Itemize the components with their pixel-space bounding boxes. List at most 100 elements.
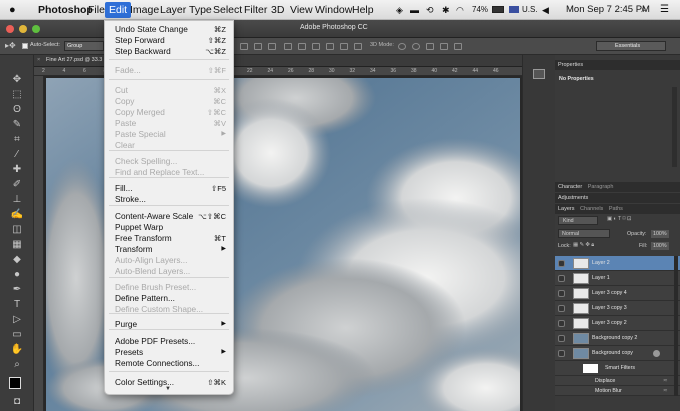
menu-layer[interactable]: Layer [160, 3, 186, 17]
filter-options-icon[interactable]: ≂ [663, 378, 667, 384]
menu-item-purge[interactable]: Purge ▶ [105, 319, 233, 330]
distribute-icon[interactable] [354, 43, 362, 50]
filter-row-motion-blur[interactable]: Motion Blur ≂ [555, 386, 680, 396]
eyedropper-tool-icon[interactable]: ⁄ [7, 148, 27, 161]
smart-filters-row[interactable]: Smart Filters [555, 361, 680, 376]
menu-view[interactable]: View [290, 3, 313, 17]
distribute-icon[interactable] [312, 43, 320, 50]
layers-scrollbar[interactable] [674, 256, 678, 396]
brush-tool-icon[interactable]: ✐ [7, 178, 27, 191]
tab-adjustments[interactable]: Adjustments [558, 195, 588, 201]
visibility-eye-icon[interactable] [558, 320, 565, 327]
blend-mode-dropdown[interactable]: Normal [558, 229, 610, 238]
type-tool-icon[interactable]: T [7, 298, 27, 311]
menu-filter[interactable]: Filter [244, 3, 267, 17]
distribute-icon[interactable] [284, 43, 292, 50]
menu-edit[interactable]: Edit [105, 2, 132, 18]
menu-item-adobe-pdf-presets[interactable]: Adobe PDF Presets... [105, 336, 233, 347]
menu-select[interactable]: Select [213, 3, 242, 17]
pen-tool-icon[interactable]: ✒ [7, 283, 27, 296]
layer-row-layer-3-copy-2[interactable]: Layer 3 copy 2 [555, 316, 680, 331]
hand-tool-icon[interactable]: ✋ [7, 343, 27, 356]
menu-item-fill[interactable]: Fill... ⇧F5 [105, 183, 233, 194]
menu-item-content-aware-scale[interactable]: Content-Aware Scale ⌥⇧⌘C [105, 211, 233, 222]
menu-item-remote-connections[interactable]: Remote Connections... [105, 358, 233, 369]
menu-3d[interactable]: 3D [271, 3, 284, 17]
visibility-eye-icon[interactable] [558, 290, 565, 297]
lock-icons[interactable]: ▦ ✎ ✥ 🔒︎ [573, 242, 594, 249]
zoom-tool-icon[interactable]: ⌕ [7, 358, 27, 371]
layer-row-layer-3-copy-4[interactable]: Layer 3 copy 4 [555, 286, 680, 301]
layer-row-layer-2[interactable]: Layer 2 [555, 256, 680, 271]
lasso-tool-icon[interactable]: ʘ [7, 103, 27, 116]
layer-filter-icons[interactable]: ▣ ◐ T ⌑ ⊡ [607, 216, 631, 222]
tab-paths[interactable]: Paths [609, 206, 623, 212]
adjustments-panel-header[interactable]: Adjustments [555, 193, 680, 203]
blur-tool-icon[interactable]: ◆ [7, 253, 27, 266]
filter-mask-thumbnail[interactable] [583, 364, 598, 373]
filter-row-displace[interactable]: Displace ≂ [555, 376, 680, 386]
dropbox-icon[interactable]: ◈ [396, 3, 403, 17]
eraser-tool-icon[interactable]: ◫ [7, 223, 27, 236]
move-tool-icon[interactable]: ▸✥ [5, 41, 16, 50]
3d-roll-icon[interactable] [412, 43, 420, 50]
wifi-icon[interactable]: ◠ [456, 3, 464, 17]
auto-select-dropdown[interactable]: Group [64, 41, 104, 51]
battery-percent[interactable]: 74% [472, 3, 488, 17]
input-source[interactable]: U.S. [522, 3, 538, 17]
tab-layers[interactable]: Layers [558, 206, 575, 212]
filter-options-icon[interactable]: ≂ [663, 388, 667, 394]
3d-scale-icon[interactable] [454, 43, 462, 50]
character-panel-header[interactable]: Character Paragraph [555, 182, 680, 192]
layer-row-background-copy-2[interactable]: Background copy 2 [555, 331, 680, 346]
menu-item-stroke[interactable]: Stroke... [105, 194, 233, 205]
visibility-eye-icon[interactable] [558, 305, 565, 312]
distribute-icon[interactable] [326, 43, 334, 50]
menu-window[interactable]: Window [315, 3, 352, 17]
clock[interactable]: Mon Sep 7 2:45 PM [566, 3, 650, 17]
menu-item-undo-state-change[interactable]: Undo State Change ⌘Z [105, 24, 233, 35]
align-icon[interactable] [240, 43, 248, 50]
move-tool-icon[interactable]: ✥ [7, 73, 27, 86]
stamp-tool-icon[interactable]: ⊥ [7, 193, 27, 206]
marquee-tool-icon[interactable]: ⬚ [7, 88, 27, 101]
tab-channels[interactable]: Channels [580, 206, 603, 212]
layer-row-layer-1[interactable]: Layer 1 [555, 271, 680, 286]
gradient-tool-icon[interactable]: ▦ [7, 238, 27, 251]
menu-item-free-transform[interactable]: Free Transform ⌘T [105, 233, 233, 244]
3d-slide-icon[interactable] [440, 43, 448, 50]
spotlight-icon[interactable]: ⌕ [641, 3, 647, 17]
dodge-tool-icon[interactable]: ● [7, 268, 27, 281]
app-menu[interactable]: Photoshop [38, 3, 93, 17]
menu-help[interactable]: Help [352, 3, 374, 17]
quick-select-tool-icon[interactable]: ✎ [7, 118, 27, 131]
close-doc-icon[interactable]: × [37, 57, 40, 63]
apple-icon[interactable]: ● [9, 3, 16, 17]
visibility-eye-icon[interactable] [558, 335, 565, 342]
workspace-dropdown[interactable]: Essentials [596, 41, 666, 51]
bluetooth-icon[interactable]: ✱ [442, 3, 450, 17]
visibility-eye-icon[interactable] [558, 275, 565, 282]
menu-image[interactable]: Image [130, 3, 159, 17]
properties-panel-header[interactable]: Properties [555, 60, 680, 70]
properties-tab[interactable]: Properties [558, 62, 583, 68]
auto-select-checkbox[interactable] [22, 43, 28, 49]
shape-tool-icon[interactable]: ▭ [7, 328, 27, 341]
history-brush-tool-icon[interactable]: ✍ [7, 208, 27, 221]
opacity-input[interactable]: 100% [651, 230, 669, 238]
align-icon[interactable] [254, 43, 262, 50]
time-machine-icon[interactable]: ⟲ [426, 3, 434, 17]
close-window-icon[interactable] [6, 25, 14, 33]
3d-pan-icon[interactable] [426, 43, 434, 50]
distribute-icon[interactable] [340, 43, 348, 50]
menu-item-step-backward[interactable]: Step Backward ⌥⌘Z [105, 46, 233, 57]
menu-item-step-forward[interactable]: Step Forward ⇧⌘Z [105, 35, 233, 46]
menu-type[interactable]: Type [189, 3, 212, 17]
tab-character[interactable]: Character [558, 184, 582, 190]
3d-rotate-icon[interactable] [398, 43, 406, 50]
display-icon[interactable]: ▬ [410, 3, 419, 17]
distribute-icon[interactable] [298, 43, 306, 50]
foreground-color-swatch[interactable] [9, 377, 21, 389]
notification-center-icon[interactable]: ☰ [660, 3, 669, 17]
tab-paragraph[interactable]: Paragraph [588, 184, 614, 190]
